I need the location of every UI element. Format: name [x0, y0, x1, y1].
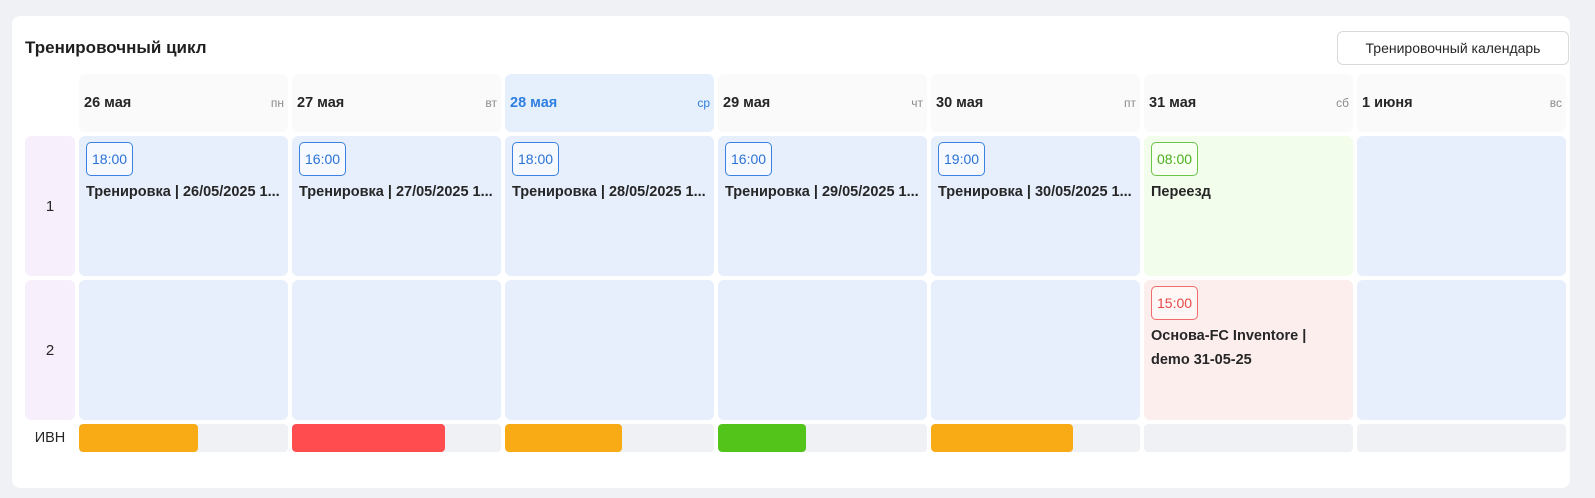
card-title: Тренировочный цикл: [25, 38, 207, 57]
day-header[interactable]: 31 мая сб: [1144, 74, 1353, 132]
ivn-bar-fill: [292, 424, 445, 452]
day-weekday: ср: [697, 96, 710, 110]
event-title: Тренировка | 26/05/2025 1...: [86, 184, 280, 200]
empty-cell[interactable]: [292, 280, 501, 420]
row-label: 2: [25, 280, 75, 420]
event-title: Тренировка | 30/05/2025 1...: [938, 184, 1132, 200]
empty-cell[interactable]: [931, 280, 1140, 420]
event-cell[interactable]: 18:00 Тренировка | 28/05/2025 1...: [505, 136, 714, 276]
day-header[interactable]: 26 мая пн: [79, 74, 288, 132]
ivn-bar-track: [718, 424, 927, 452]
empty-cell[interactable]: [1357, 136, 1566, 276]
ivn-bar-fill: [505, 424, 623, 452]
day-date: 1 июня: [1362, 95, 1413, 111]
day-header[interactable]: 28 мая ср: [505, 74, 714, 132]
event-title: Тренировка | 27/05/2025 1...: [299, 184, 493, 200]
ivn-bar-track: [292, 424, 501, 452]
day-date: 30 мая: [936, 95, 984, 111]
day-header[interactable]: 29 мая чт: [718, 74, 927, 132]
day-date: 28 мая: [510, 95, 558, 111]
event-cell[interactable]: 15:00 Основа-FC Inventore | demo 31-05-25: [1144, 280, 1353, 420]
ivn-bar-track: [1144, 424, 1353, 452]
day-date: 26 мая: [84, 95, 132, 111]
day-header[interactable]: 30 мая пт: [931, 74, 1140, 132]
ivn-bar-track: [931, 424, 1140, 452]
grid-corner: [25, 74, 75, 132]
event-time-badge: 18:00: [86, 142, 134, 176]
day-weekday: пн: [270, 96, 284, 110]
event-title: Основа-FC Inventore | demo 31-05-25: [1151, 328, 1307, 368]
day-header[interactable]: 27 мая вт: [292, 74, 501, 132]
event-title: Переезд: [1151, 184, 1211, 200]
event-time-badge: 16:00: [725, 142, 773, 176]
ivn-label: ИВН: [34, 430, 66, 446]
event-cell[interactable]: 16:00 Тренировка | 29/05/2025 1...: [718, 136, 927, 276]
day-date: 31 мая: [1149, 95, 1197, 111]
row-label: 1: [25, 136, 75, 276]
training-calendar-button[interactable]: Тренировочный календарь: [1337, 31, 1569, 65]
empty-cell[interactable]: [718, 280, 927, 420]
day-weekday: вс: [1549, 96, 1562, 110]
empty-cell[interactable]: [79, 280, 288, 420]
empty-cell[interactable]: [1357, 280, 1566, 420]
day-date: 29 мая: [723, 95, 771, 111]
empty-cell[interactable]: [505, 280, 714, 420]
day-date: 27 мая: [297, 95, 345, 111]
ivn-bar-fill: [931, 424, 1074, 452]
ivn-bar-track: [1357, 424, 1566, 452]
training-grid: 26 мая пн 27 мая вт 28 мая ср 29 мая чт 30 мая пт…: [25, 74, 1566, 452]
event-cell[interactable]: 16:00 Тренировка | 27/05/2025 1...: [292, 136, 501, 276]
day-weekday: вт: [485, 96, 497, 110]
event-time-badge: 15:00: [1151, 286, 1199, 320]
event-time-badge: 19:00: [938, 142, 986, 176]
training-cycle-card: Тренировочный цикл Тренировочный календа…: [12, 16, 1570, 488]
day-header[interactable]: 1 июня вс: [1357, 74, 1566, 132]
event-time-badge: 08:00: [1151, 142, 1199, 176]
ivn-bar-fill: [79, 424, 199, 452]
event-cell[interactable]: 19:00 Тренировка | 30/05/2025 1...: [931, 136, 1140, 276]
ivn-bar-fill: [718, 424, 806, 452]
ivn-bar-track: [79, 424, 288, 452]
day-weekday: чт: [911, 96, 923, 110]
event-cell[interactable]: 18:00 Тренировка | 26/05/2025 1...: [79, 136, 288, 276]
event-time-badge: 18:00: [512, 142, 560, 176]
event-cell[interactable]: 08:00 Переезд: [1144, 136, 1353, 276]
event-title: Тренировка | 28/05/2025 1...: [512, 184, 706, 200]
event-time-badge: 16:00: [299, 142, 347, 176]
day-weekday: пт: [1124, 96, 1136, 110]
ivn-bar-track: [505, 424, 714, 452]
event-title: Тренировка | 29/05/2025 1...: [725, 184, 919, 200]
day-weekday: сб: [1336, 96, 1349, 110]
